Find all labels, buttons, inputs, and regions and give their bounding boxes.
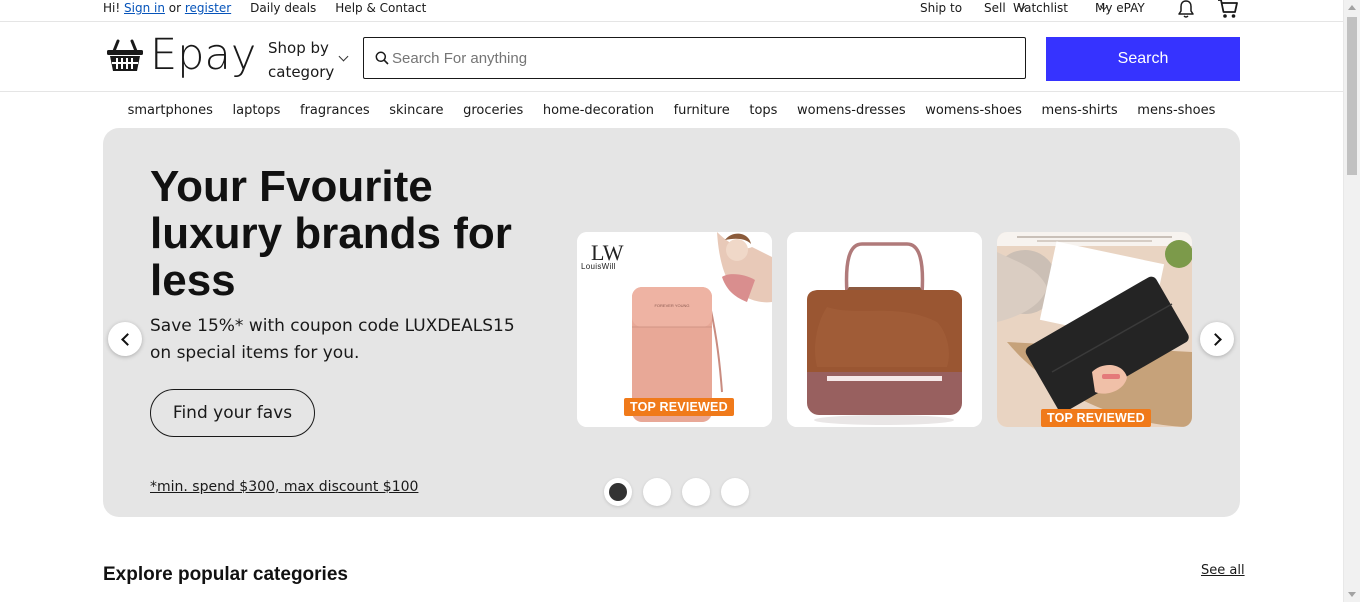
logo-text: Epay bbox=[150, 30, 257, 80]
see-all-link[interactable]: See all bbox=[1201, 563, 1245, 578]
epay-logo[interactable]: Epay bbox=[106, 31, 256, 79]
bell-icon[interactable] bbox=[1176, 0, 1196, 22]
register-link[interactable]: register bbox=[185, 1, 231, 15]
chevron-down-icon bbox=[338, 51, 349, 62]
search-box bbox=[363, 37, 1026, 79]
sign-in-link[interactable]: Sign in bbox=[124, 1, 165, 15]
category-link[interactable]: tops bbox=[740, 103, 788, 123]
category-link[interactable]: fragrances bbox=[290, 103, 379, 123]
basket-icon bbox=[107, 39, 143, 71]
product-card[interactable]: TOP REVIEWED bbox=[997, 232, 1192, 427]
carousel-prev-button[interactable] bbox=[108, 322, 142, 356]
search-button[interactable]: Search bbox=[1046, 37, 1240, 81]
category-link[interactable]: groceries bbox=[453, 103, 533, 123]
brand-name: LouisWill bbox=[581, 262, 616, 271]
category-link[interactable]: laptops bbox=[223, 103, 291, 123]
cart-icon[interactable] bbox=[1217, 0, 1239, 23]
shop-by-category-button[interactable]: Shop by category bbox=[268, 36, 349, 84]
my-epay-menu[interactable]: My ePAY bbox=[1095, 1, 1145, 15]
hero-banner: Your Fvourite luxury brands for less Sav… bbox=[103, 128, 1240, 517]
carousel-dot-4[interactable] bbox=[721, 478, 749, 506]
category-label: category bbox=[268, 63, 335, 81]
category-link[interactable]: smartphones bbox=[118, 103, 223, 123]
hero-title: Your Fvourite luxury brands for less bbox=[150, 162, 512, 305]
active-dot-indicator bbox=[609, 483, 627, 501]
main-header: Epay Shop by category Search bbox=[0, 21, 1343, 92]
category-link[interactable]: skincare bbox=[379, 103, 453, 123]
category-link[interactable]: home-decoration bbox=[533, 103, 664, 123]
find-your-favs-button[interactable]: Find your favs bbox=[150, 389, 315, 437]
product-card[interactable]: FOREVER YOUNG LW LouisWill TOP REVIEWED bbox=[577, 232, 772, 427]
carousel-dot-3[interactable] bbox=[682, 478, 710, 506]
chevron-left-icon bbox=[120, 332, 134, 346]
hero-terms-link[interactable]: *min. spend $300, max discount $100 bbox=[150, 479, 418, 495]
top-reviewed-badge: TOP REVIEWED bbox=[1041, 409, 1151, 427]
hero-subtitle: Save 15%* with coupon code LUXDEALS15 on… bbox=[150, 316, 515, 363]
carousel-dot-1[interactable] bbox=[604, 478, 632, 506]
category-nav: smartphones laptops fragrances skincare … bbox=[0, 103, 1343, 123]
shop-by-label: Shop by bbox=[268, 39, 329, 57]
watchlist-menu[interactable]: Watchlist bbox=[1013, 1, 1068, 15]
svg-text:FOREVER YOUNG: FOREVER YOUNG bbox=[654, 303, 689, 308]
product-card[interactable] bbox=[787, 232, 982, 427]
greeting-text: Hi! bbox=[103, 1, 121, 15]
sell-link[interactable]: Sell bbox=[984, 1, 1006, 15]
search-input[interactable] bbox=[392, 46, 992, 70]
top-bar-left: Hi! Sign in or register Daily deals Help… bbox=[103, 1, 445, 15]
chevron-right-icon bbox=[1208, 332, 1222, 346]
category-link[interactable]: mens-shoes bbox=[1127, 103, 1225, 123]
scrollbar-thumb[interactable] bbox=[1347, 17, 1357, 175]
help-contact-link[interactable]: Help & Contact bbox=[335, 1, 426, 15]
carousel-next-button[interactable] bbox=[1200, 322, 1234, 356]
carousel-dot-2[interactable] bbox=[643, 478, 671, 506]
or-text: or bbox=[168, 1, 182, 15]
brown-suede-bag-image bbox=[787, 232, 982, 427]
black-wallet-image bbox=[997, 232, 1192, 427]
category-link[interactable]: womens-dresses bbox=[787, 103, 915, 123]
top-reviewed-badge: TOP REVIEWED bbox=[624, 398, 734, 416]
ship-to-link[interactable]: Ship to bbox=[920, 1, 962, 15]
page-scrollbar[interactable] bbox=[1343, 0, 1360, 602]
category-link[interactable]: mens-shirts bbox=[1032, 103, 1128, 123]
daily-deals-link[interactable]: Daily deals bbox=[250, 1, 316, 15]
explore-section-title: Explore popular categories bbox=[103, 564, 348, 585]
carousel-pagination bbox=[604, 478, 749, 506]
search-icon bbox=[375, 51, 389, 65]
category-link[interactable]: womens-shoes bbox=[915, 103, 1031, 123]
scroll-up-arrow-icon[interactable] bbox=[1348, 5, 1356, 10]
top-bar-right: Ship to Sell Watchlist My ePAY bbox=[743, 0, 1343, 23]
category-link[interactable]: furniture bbox=[664, 103, 740, 123]
greeting: Hi! Sign in or register bbox=[103, 1, 231, 15]
scroll-down-arrow-icon[interactable] bbox=[1348, 592, 1356, 597]
top-utility-bar: Hi! Sign in or register Daily deals Help… bbox=[0, 0, 1343, 21]
